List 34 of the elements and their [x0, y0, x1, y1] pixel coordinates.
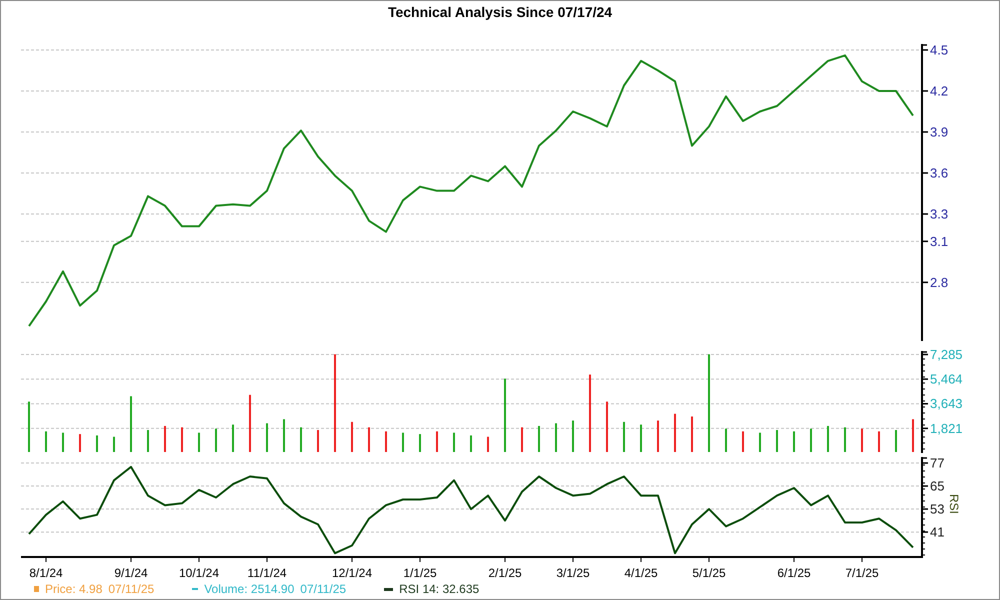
axis-label: 3.1 [930, 234, 948, 249]
axis-label: 65 [930, 478, 944, 494]
axis-label: 4.5 [930, 42, 948, 58]
axis-label: 3/1/25 [556, 566, 590, 579]
axis-label: 3.6 [930, 166, 948, 180]
axis-label: 6/1/25 [777, 566, 811, 579]
axis-label: 5,464 [930, 372, 963, 387]
axis-label: 7,285 [930, 347, 963, 362]
axis-label: 77 [930, 457, 944, 471]
axis-label: 1,821 [930, 420, 963, 436]
axis-label: 4.2 [930, 83, 948, 98]
axis-title: RSI [947, 494, 961, 514]
legend-date: 07/11/25 [108, 582, 154, 596]
axis-label: 2/1/25 [488, 566, 522, 579]
axis-label: 41 [930, 524, 944, 540]
axis-label: 7/1/25 [845, 566, 879, 579]
legend-label: RSI 14: 32.635 [399, 582, 480, 596]
axis-label: 5/1/25 [692, 566, 726, 579]
axis-label: 4/1/25 [624, 566, 658, 579]
axis-label: 1/1/25 [403, 566, 437, 579]
axis-label: 12/1/24 [332, 566, 372, 579]
axis-label: 3.9 [930, 124, 948, 140]
legend-date: 07/11/25 [300, 582, 346, 596]
axis-label: 3,643 [930, 396, 963, 412]
axis-label: 53 [930, 502, 944, 517]
chart-title: Technical Analysis Since 07/17/24 [386, 3, 614, 22]
axis-label: 11/1/24 [247, 566, 287, 579]
axis-label: 3.3 [930, 206, 948, 222]
legend-label: Price: 4.98 [45, 582, 102, 596]
axis-label: 10/1/24 [178, 566, 220, 579]
axis-label: 9/1/24 [114, 566, 148, 579]
axis-label: 8/1/24 [29, 566, 63, 579]
axis-label: 2.8 [930, 274, 948, 290]
legend-label: Volume: 2514.90 [204, 582, 294, 596]
